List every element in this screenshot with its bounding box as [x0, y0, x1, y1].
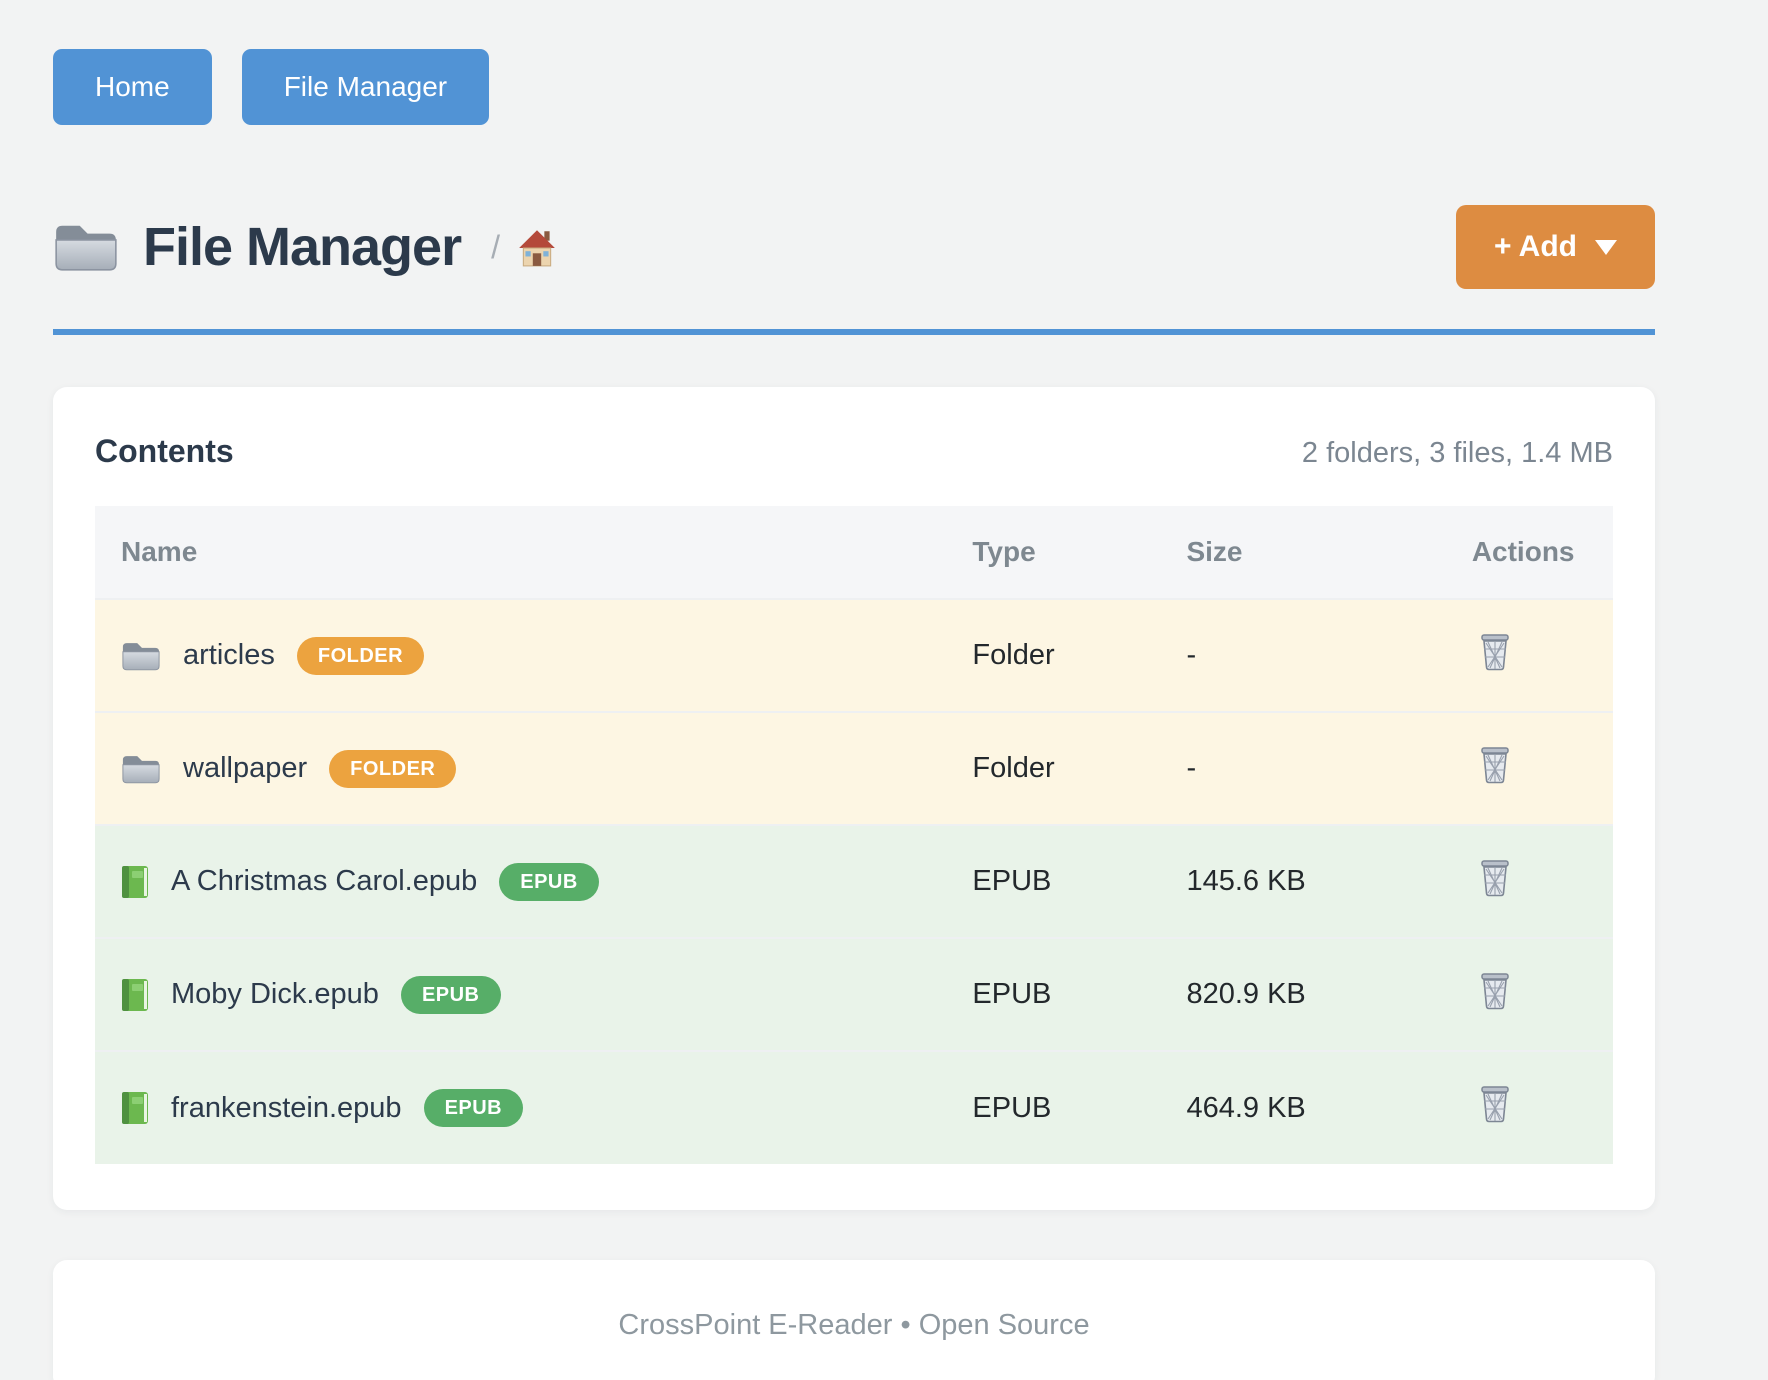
table-row: frankenstein.epub EPUB EPUB 464.9 KB: [95, 1051, 1613, 1164]
trash-icon: [1478, 746, 1512, 784]
folder-icon: [121, 753, 161, 785]
item-size: 820.9 KB: [1186, 938, 1471, 1051]
contents-card: Contents 2 folders, 3 files, 1.4 MB Name…: [53, 387, 1655, 1210]
trash-icon: [1478, 633, 1512, 671]
item-name-link[interactable]: frankenstein.epub: [171, 1092, 402, 1125]
contents-heading: Contents: [95, 433, 234, 470]
folder-icon: [53, 219, 119, 275]
home-nav-button[interactable]: Home: [53, 49, 212, 125]
delete-button[interactable]: [1472, 746, 1512, 784]
item-size: 464.9 KB: [1186, 1051, 1471, 1164]
item-name-link[interactable]: Moby Dick.epub: [171, 978, 379, 1011]
house-icon: [516, 226, 558, 268]
delete-button[interactable]: [1472, 1085, 1512, 1123]
book-icon: [121, 865, 149, 899]
file-manager-page: Home File Manager File Manager / + Add C…: [0, 0, 1768, 1380]
epub-badge: EPUB: [499, 863, 599, 901]
trash-icon: [1478, 1085, 1512, 1123]
item-size: -: [1186, 712, 1471, 825]
delete-button[interactable]: [1472, 859, 1512, 897]
add-button-label: + Add: [1494, 230, 1577, 264]
item-name-link[interactable]: A Christmas Carol.epub: [171, 865, 477, 898]
files-table: Name Type Size Actions articles FOLDER F…: [95, 506, 1613, 1164]
item-type: EPUB: [972, 1051, 1186, 1164]
title-group: File Manager /: [53, 216, 558, 278]
epub-badge: EPUB: [424, 1089, 524, 1127]
column-header-size: Size: [1186, 506, 1471, 599]
folder-badge: FOLDER: [329, 750, 456, 788]
page-header: File Manager / + Add: [53, 205, 1655, 289]
item-name-link[interactable]: wallpaper: [183, 752, 307, 785]
column-header-type: Type: [972, 506, 1186, 599]
epub-badge: EPUB: [401, 976, 501, 1014]
footer: CrossPoint E-Reader • Open Source: [53, 1260, 1655, 1380]
column-header-name: Name: [95, 506, 972, 599]
contents-card-header: Contents 2 folders, 3 files, 1.4 MB: [95, 433, 1613, 470]
item-name-link[interactable]: articles: [183, 639, 275, 672]
delete-button[interactable]: [1472, 633, 1512, 671]
book-icon: [121, 978, 149, 1012]
table-row: articles FOLDER Folder -: [95, 599, 1613, 712]
item-size: -: [1186, 599, 1471, 712]
item-type: Folder: [972, 712, 1186, 825]
folder-badge: FOLDER: [297, 637, 424, 675]
trash-icon: [1478, 972, 1512, 1010]
top-nav: Home File Manager: [53, 49, 1655, 125]
footer-text: CrossPoint E-Reader • Open Source: [618, 1309, 1089, 1342]
item-size: 145.6 KB: [1186, 825, 1471, 938]
delete-button[interactable]: [1472, 972, 1512, 1010]
item-type: Folder: [972, 599, 1186, 712]
file-manager-nav-button[interactable]: File Manager: [242, 49, 489, 125]
caret-down-icon: [1595, 240, 1617, 255]
table-row: A Christmas Carol.epub EPUB EPUB 145.6 K…: [95, 825, 1613, 938]
trash-icon: [1478, 859, 1512, 897]
table-row: wallpaper FOLDER Folder -: [95, 712, 1613, 825]
item-type: EPUB: [972, 825, 1186, 938]
page-title: File Manager: [143, 216, 461, 278]
add-button[interactable]: + Add: [1456, 205, 1655, 289]
table-header-row: Name Type Size Actions: [95, 506, 1613, 599]
contents-summary: 2 folders, 3 files, 1.4 MB: [1302, 437, 1613, 470]
accent-rule: [53, 329, 1655, 335]
column-header-actions: Actions: [1472, 506, 1613, 599]
breadcrumb-separator: /: [491, 229, 500, 266]
book-icon: [121, 1091, 149, 1125]
item-type: EPUB: [972, 938, 1186, 1051]
folder-icon: [121, 640, 161, 672]
table-row: Moby Dick.epub EPUB EPUB 820.9 KB: [95, 938, 1613, 1051]
breadcrumb-home-link[interactable]: [516, 226, 558, 268]
